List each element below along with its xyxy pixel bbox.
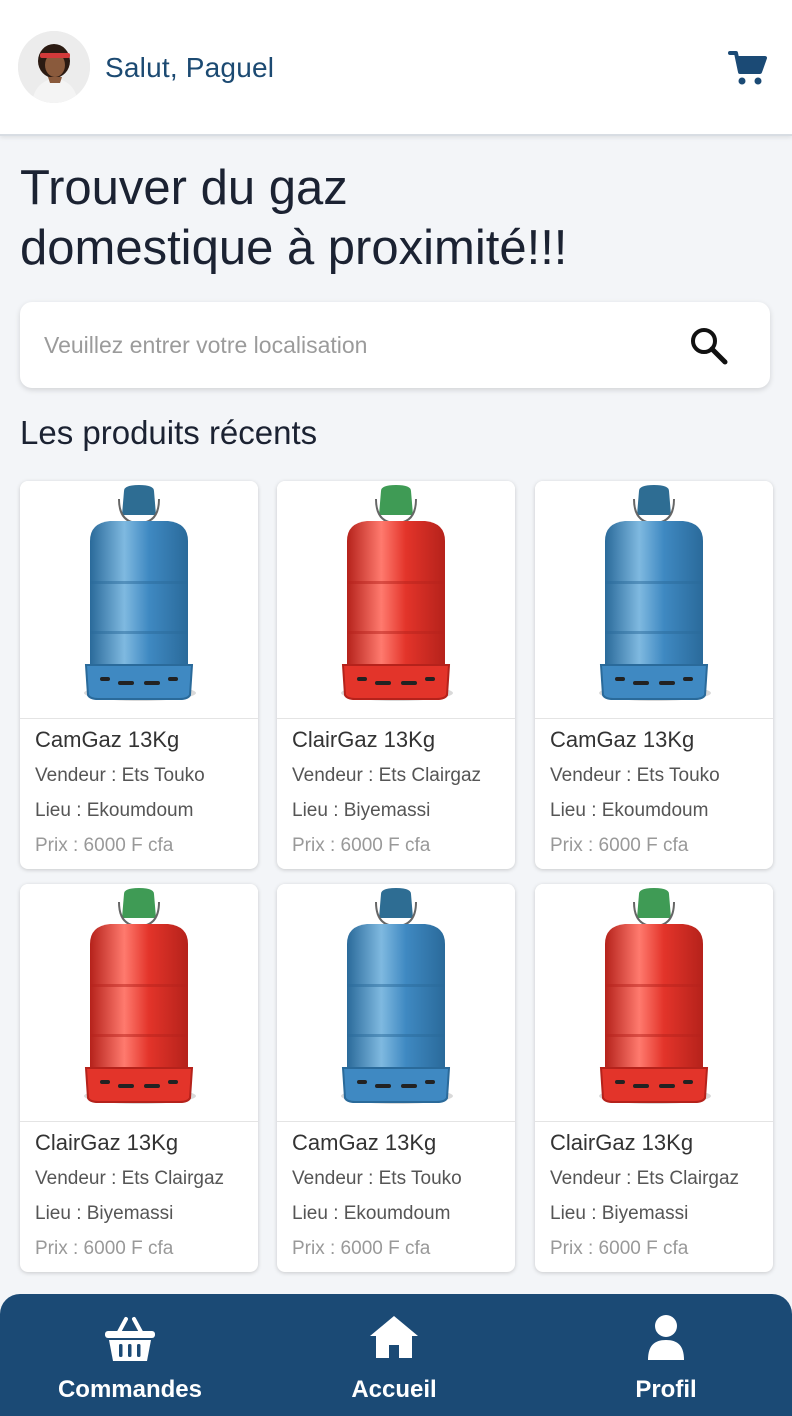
product-card[interactable]: ClairGaz 13Kg Vendeur : Ets Clairgaz Lie… — [535, 884, 773, 1272]
product-seller: Vendeur : Ets Clairgaz — [292, 765, 482, 786]
product-price: Prix : 6000 F cfa — [550, 835, 689, 856]
product-location: Lieu : Biyemassi — [35, 1203, 174, 1224]
product-price: Prix : 6000 F cfa — [35, 1238, 174, 1259]
app-header: Salut, Paguel — [0, 0, 792, 136]
user-icon — [646, 1314, 686, 1367]
nav-label-accueil: Accueil — [351, 1376, 437, 1403]
product-location: Lieu : Ekoumdoum — [35, 800, 194, 821]
page-headline: Trouver du gaz domestique à proximité!!! — [20, 158, 740, 278]
product-name: ClairGaz 13Kg — [550, 1130, 694, 1155]
product-seller: Vendeur : Ets Touko — [550, 765, 720, 786]
gas-bottle-image — [277, 481, 515, 719]
basket-icon — [102, 1314, 158, 1369]
product-seller: Vendeur : Ets Touko — [292, 1168, 462, 1189]
gas-bottle-image — [535, 884, 773, 1122]
gas-bottle-image — [20, 481, 258, 719]
product-price: Prix : 6000 F cfa — [292, 835, 431, 856]
bottom-navigation: Commandes Accueil Profil — [0, 1294, 792, 1416]
product-location: Lieu : Biyemassi — [550, 1203, 689, 1224]
product-location: Lieu : Biyemassi — [292, 800, 431, 821]
nav-item-profil[interactable]: Profil — [556, 1294, 776, 1416]
greeting-text: Salut, Paguel — [105, 52, 275, 83]
product-name: CamGaz 13Kg — [292, 1130, 437, 1155]
product-card[interactable]: CamGaz 13Kg Vendeur : Ets Touko Lieu : E… — [535, 481, 773, 869]
product-name: CamGaz 13Kg — [35, 727, 180, 752]
nav-label-commandes: Commandes — [57, 1376, 203, 1403]
product-card[interactable]: CamGaz 13Kg Vendeur : Ets Touko Lieu : E… — [277, 884, 515, 1272]
product-seller: Vendeur : Ets Clairgaz — [550, 1168, 740, 1189]
user-avatar[interactable] — [18, 31, 90, 103]
product-name: ClairGaz 13Kg — [292, 727, 436, 752]
product-price: Prix : 6000 F cfa — [35, 835, 174, 856]
gas-bottle-image — [277, 884, 515, 1122]
gas-bottle-image — [20, 884, 258, 1122]
home-icon — [368, 1314, 420, 1365]
nav-item-commandes[interactable]: Commandes — [20, 1294, 240, 1416]
product-name: CamGaz 13Kg — [550, 727, 695, 752]
product-card[interactable]: CamGaz 13Kg Vendeur : Ets Touko Lieu : E… — [20, 481, 258, 869]
product-card[interactable]: ClairGaz 13Kg Vendeur : Ets Clairgaz Lie… — [277, 481, 515, 869]
location-search-input[interactable] — [44, 302, 664, 388]
product-price: Prix : 6000 F cfa — [550, 1238, 689, 1259]
recent-products-title: Les produits récents — [20, 414, 318, 451]
product-seller: Vendeur : Ets Touko — [35, 765, 205, 786]
gas-bottle-image — [535, 481, 773, 719]
search-icon[interactable] — [688, 325, 730, 367]
product-seller: Vendeur : Ets Clairgaz — [35, 1168, 225, 1189]
product-name: ClairGaz 13Kg — [35, 1130, 179, 1155]
product-location: Lieu : Ekoumdoum — [292, 1203, 451, 1224]
nav-label-profil: Profil — [635, 1376, 697, 1403]
product-card[interactable]: ClairGaz 13Kg Vendeur : Ets Clairgaz Lie… — [20, 884, 258, 1272]
product-price: Prix : 6000 F cfa — [292, 1238, 431, 1259]
headline-line-2: domestique à proximité!!! — [20, 221, 568, 275]
nav-item-accueil[interactable]: Accueil — [284, 1294, 504, 1416]
product-location: Lieu : Ekoumdoum — [550, 800, 709, 821]
location-search-bar — [20, 302, 770, 388]
shopping-cart-icon[interactable] — [728, 50, 768, 86]
headline-line-1: Trouver du gaz — [20, 161, 348, 215]
